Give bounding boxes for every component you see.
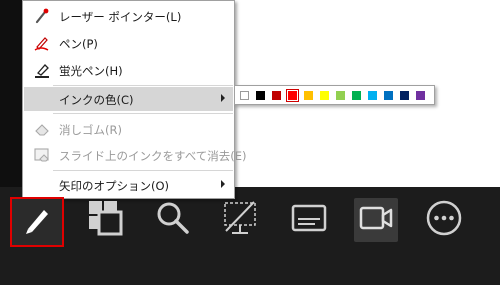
color-swatch-red[interactable] (286, 89, 299, 102)
color-swatch-light-green[interactable] (336, 91, 345, 100)
color-swatch-light-blue[interactable] (368, 91, 377, 100)
slide-background-strip (0, 0, 22, 187)
subtitles-button[interactable] (287, 198, 331, 242)
laser-pointer-icon (33, 7, 51, 25)
color-swatch-blue[interactable] (384, 91, 393, 100)
erase-all-ink-icon (33, 146, 51, 164)
menu-item-highlighter[interactable]: 蛍光ペン(H) (24, 58, 233, 82)
submenu-arrow-icon (221, 180, 225, 188)
menu-item-label: レーザー ポインター(L) (59, 10, 182, 24)
slides-grid-icon (84, 198, 124, 242)
color-swatch-purple[interactable] (416, 91, 425, 100)
menu-item-arrow-options[interactable]: 矢印のオプション(O) (24, 173, 233, 197)
color-swatch-dark-red[interactable] (272, 91, 281, 100)
menu-separator (53, 85, 233, 86)
more-options-button[interactable] (422, 198, 466, 242)
context-menu: レーザー ポインター(L) ペン(P) 蛍光ペン(H) インクの色(C) 消しゴ… (22, 0, 246, 199)
color-swatch-green[interactable] (352, 91, 361, 100)
more-options-icon (424, 198, 464, 242)
camera-button[interactable] (354, 198, 398, 242)
subtitles-icon (289, 198, 329, 242)
submenu-arrow-icon (221, 94, 225, 102)
menu-item-label: 消しゴム(R) (59, 123, 122, 137)
menu-separator (53, 113, 233, 114)
color-swatch-white[interactable] (240, 91, 249, 100)
color-swatch-orange[interactable] (304, 91, 313, 100)
menu-item-label: インクの色(C) (59, 93, 134, 107)
pen-icon (33, 34, 51, 52)
pen-icon (20, 203, 54, 241)
color-swatch-yellow[interactable] (320, 91, 329, 100)
menu-item-ink-color[interactable]: インクの色(C) (24, 87, 233, 111)
see-all-slides-button[interactable] (82, 198, 126, 242)
menu-item-label: スライド上のインクをすべて消去(E) (59, 149, 247, 163)
laser-pointer-button[interactable] (218, 198, 262, 242)
menu-item-erase-all-ink[interactable]: スライド上のインクをすべて消去(E) (24, 143, 246, 167)
zoom-icon (153, 198, 193, 242)
camera-icon (356, 198, 396, 242)
color-swatch-black[interactable] (256, 91, 265, 100)
menu-separator (53, 170, 233, 171)
menu-item-label: ペン(P) (59, 37, 98, 51)
menu-item-label: 蛍光ペン(H) (59, 64, 123, 78)
zoom-button[interactable] (151, 198, 195, 242)
highlighter-icon (33, 61, 51, 79)
pointer-display-icon (220, 198, 260, 242)
color-swatch-dark-blue[interactable] (400, 91, 409, 100)
menu-item-eraser[interactable]: 消しゴム(R) (24, 117, 233, 141)
pen-tool-button[interactable] (10, 197, 64, 247)
menu-item-pen[interactable]: ペン(P) (24, 31, 233, 55)
menu-item-label: 矢印のオプション(O) (59, 179, 170, 193)
eraser-icon (33, 120, 51, 138)
ink-color-palette (234, 85, 435, 105)
menu-item-laser-pointer[interactable]: レーザー ポインター(L) (24, 4, 233, 28)
